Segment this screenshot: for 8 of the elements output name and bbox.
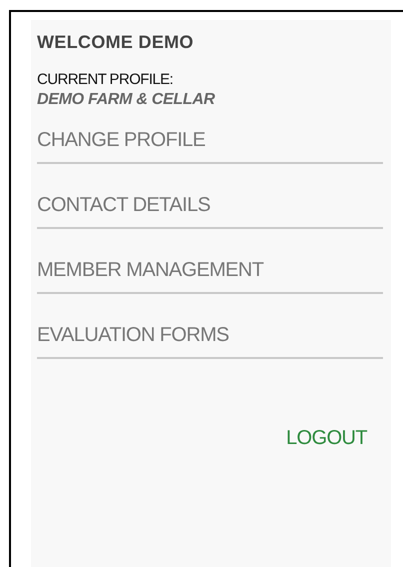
menu-item[interactable]: MEMBER MANAGEMENT xyxy=(37,245,383,294)
profile-name: DEMO FARM & CELLAR xyxy=(37,91,216,109)
menu-item[interactable]: EVALUATION FORMS xyxy=(37,310,383,359)
profile-label: CURRENT PROFILE: xyxy=(37,71,174,88)
menu-item[interactable]: CONTACT DETAILS xyxy=(37,180,383,229)
menu-item[interactable]: CHANGE PROFILE xyxy=(37,123,383,164)
logout-link[interactable]: LOGOUT xyxy=(286,427,367,450)
welcome-heading: WELCOME DEMO xyxy=(37,32,195,53)
